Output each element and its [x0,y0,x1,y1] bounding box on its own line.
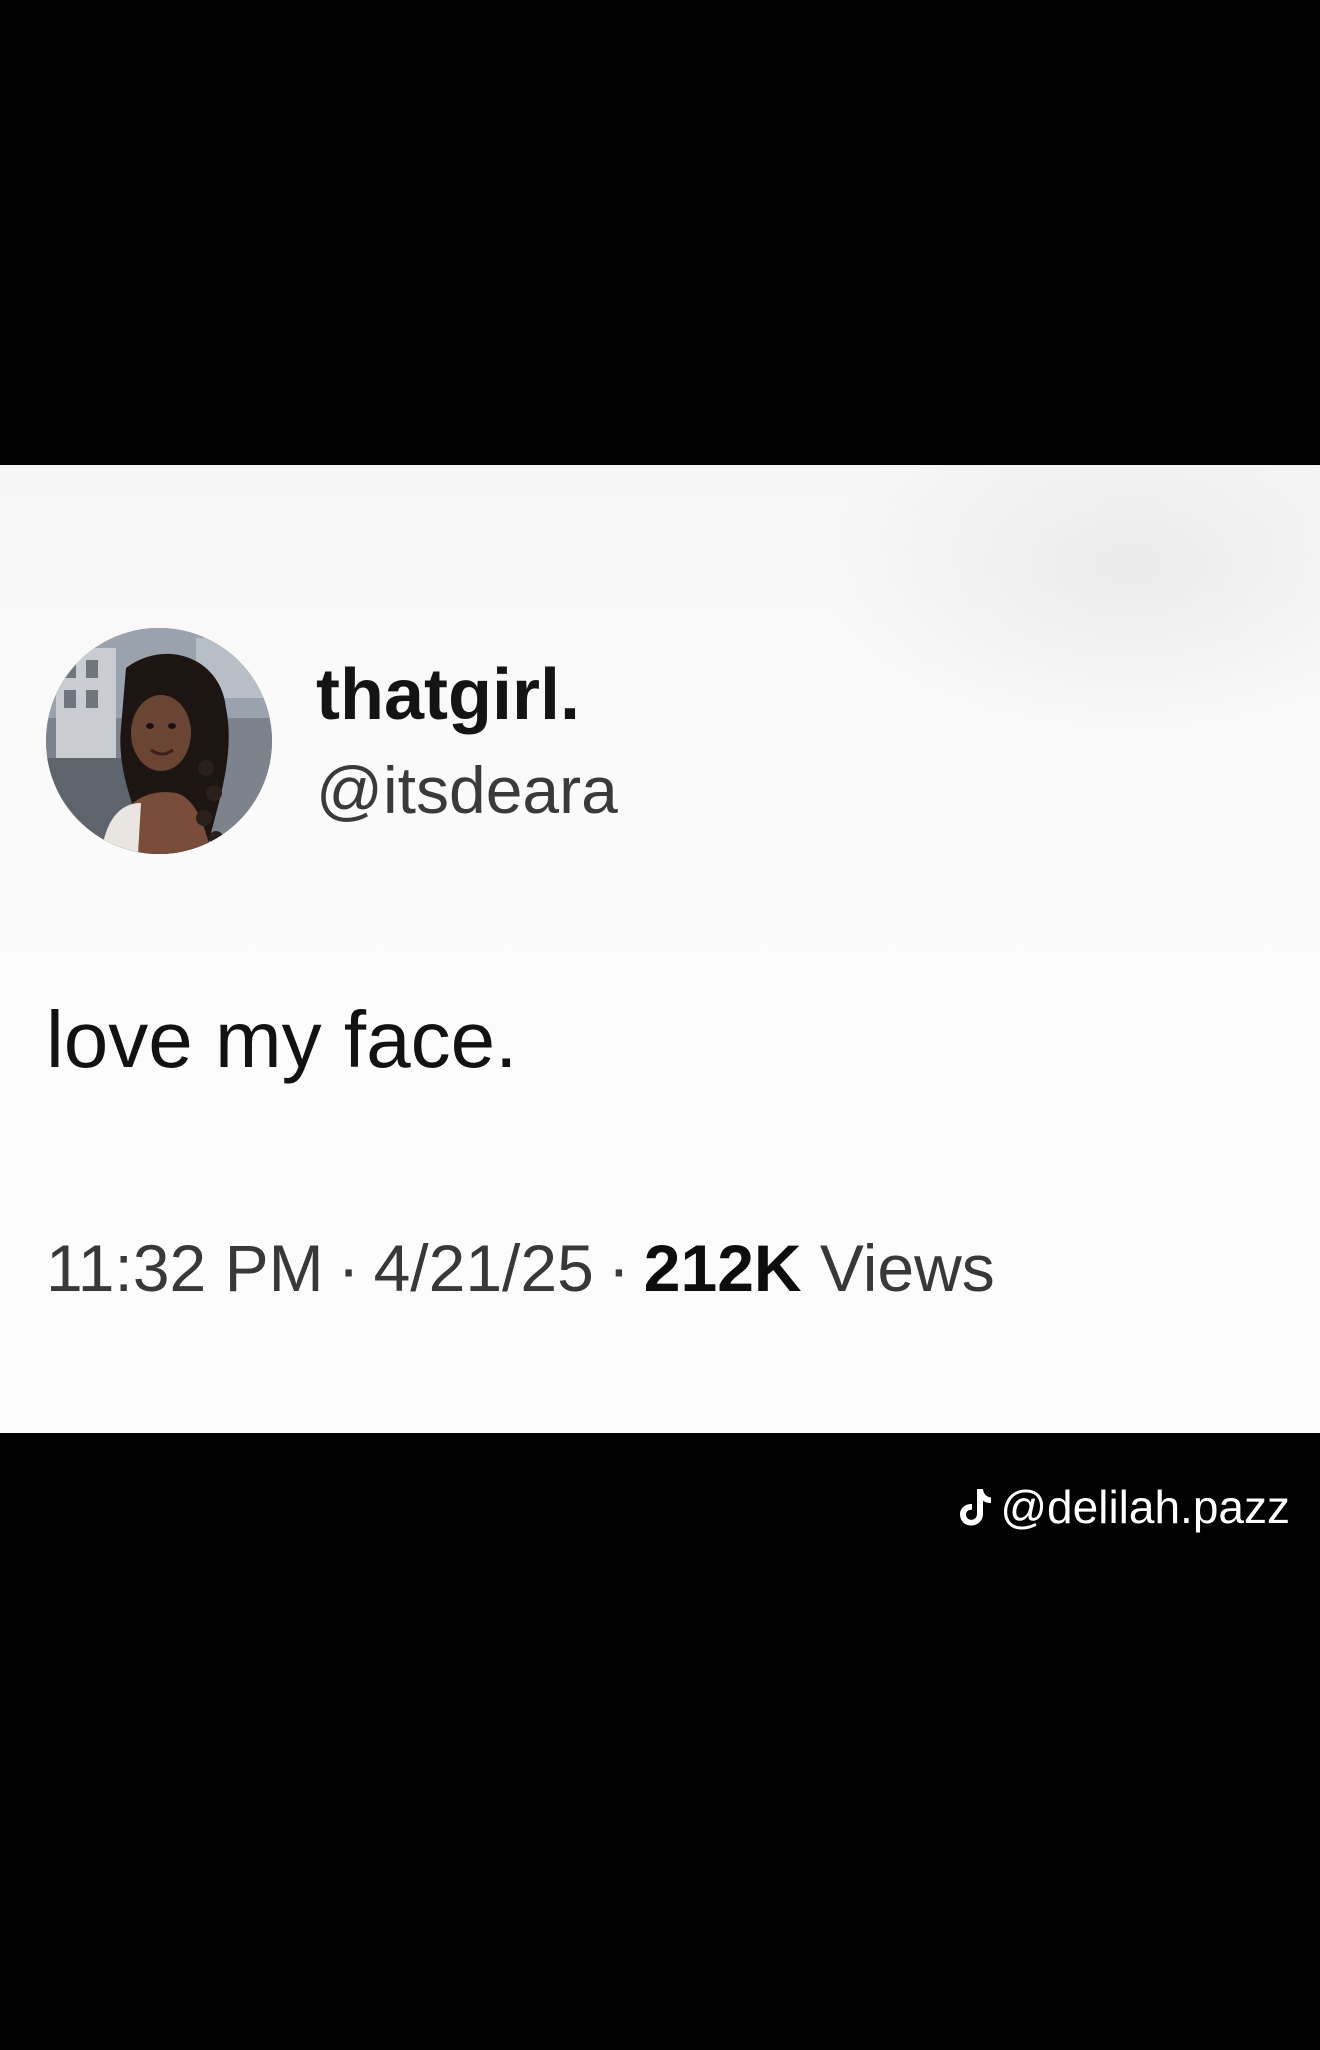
avatar-photo [46,628,272,854]
tweet-time[interactable]: 11:32 PM [46,1231,324,1305]
meta-separator: · [337,1231,360,1305]
user-handle[interactable]: @itsdeara [316,757,618,823]
views-count[interactable]: 212K [644,1231,802,1305]
views-label: Views [819,1231,995,1305]
tiktok-watermark: @delilah.pazz [958,1484,1290,1530]
tweet-date[interactable]: 4/21/25 [374,1231,594,1305]
display-name[interactable]: thatgirl. [316,659,618,731]
tweet-card: thatgirl. @itsdeara love my face. 11:32 … [0,465,1320,1433]
video-frame: thatgirl. @itsdeara love my face. 11:32 … [0,0,1320,2050]
watermark-username: @delilah.pazz [1000,1481,1290,1533]
meta-separator: · [607,1231,630,1305]
avatar[interactable] [46,628,272,854]
tiktok-logo-icon [960,1489,992,1526]
tweet-meta: 11:32 PM · 4/21/25 · 212K Views [46,1235,995,1301]
tweet-author: thatgirl. @itsdeara [46,628,618,854]
author-names: thatgirl. @itsdeara [316,659,618,823]
tweet-text: love my face. [46,995,518,1084]
